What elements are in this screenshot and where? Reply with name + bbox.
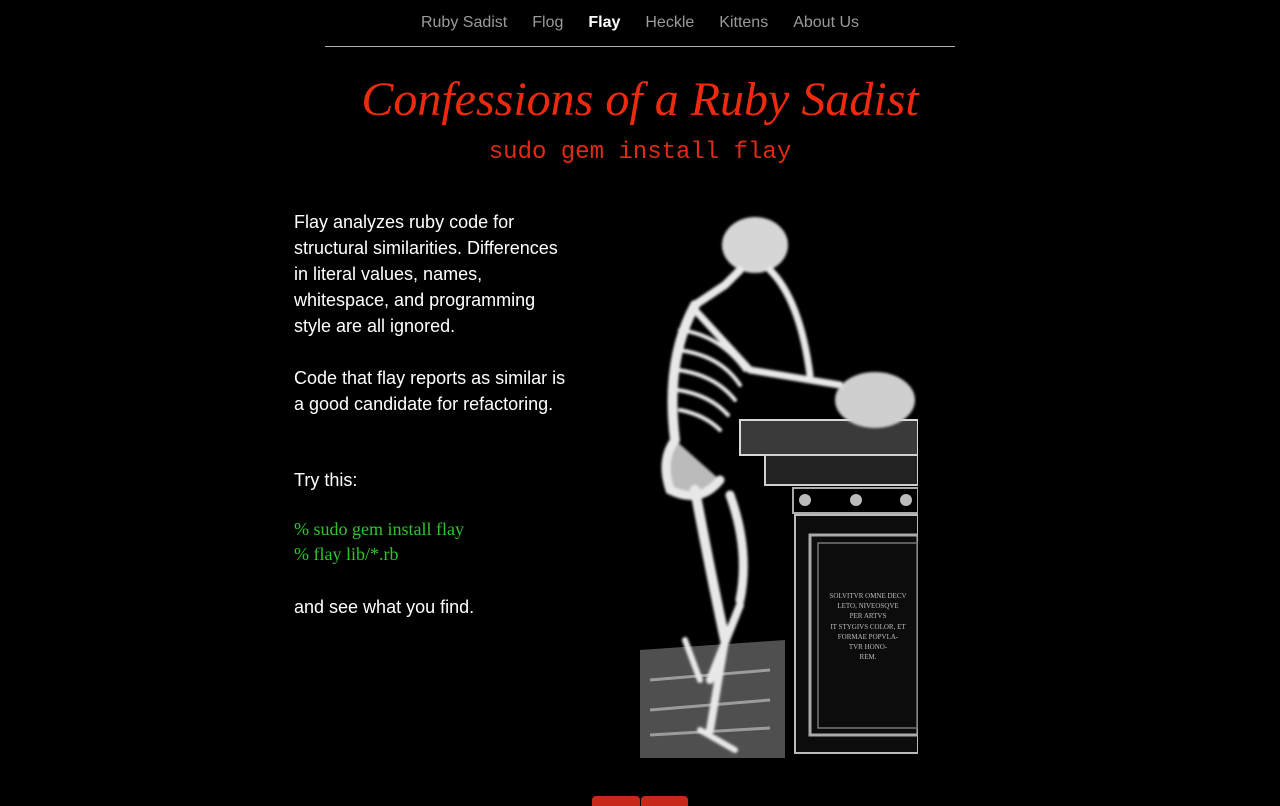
footer-badge[interactable]: [592, 796, 688, 806]
nav-about-us[interactable]: About Us: [781, 0, 872, 46]
skeleton-illustration: SOLVITVR OMNE DECV LETO, NIVEOSQVE PER A…: [640, 217, 918, 758]
try-label: Try this:: [294, 470, 358, 490]
site-title: Confessions of a Ruby Sadist: [361, 73, 919, 126]
svg-text:SOLVITVR OMNE DECV: SOLVITVR OMNE DECV: [829, 592, 906, 600]
description-paragraph: Flay analyzes ruby code for structural s…: [294, 212, 558, 336]
description: Flay analyzes ruby code for structural s…: [294, 209, 566, 417]
command-examples: % sudo gem install flay % flay lib/*.rb: [294, 517, 464, 567]
install-command-subtitle: sudo gem install flay: [488, 139, 792, 166]
closing-text: and see what you find.: [294, 597, 475, 617]
nav-flog[interactable]: Flog: [520, 0, 576, 46]
svg-text:TVR HONO-: TVR HONO-: [849, 643, 888, 651]
svg-text:REM.: REM.: [860, 653, 877, 661]
svg-text:PER ARTVS: PER ARTVS: [850, 612, 887, 620]
skull-on-pedestal: [835, 372, 915, 428]
nav-flay[interactable]: Flay: [576, 0, 633, 46]
top-nav: Ruby Sadist Flog Flay Heckle Kittens Abo…: [325, 0, 955, 47]
nav-kittens[interactable]: Kittens: [707, 0, 781, 46]
refactoring-paragraph: Code that flay reports as similar is a g…: [294, 368, 566, 414]
svg-text:LETO, NIVEOSQVE: LETO, NIVEOSQVE: [837, 602, 898, 610]
nav-heckle[interactable]: Heckle: [633, 0, 707, 46]
command-line: % flay lib/*.rb: [294, 544, 399, 564]
svg-text:FORMAE POPVLA-: FORMAE POPVLA-: [838, 633, 899, 641]
svg-text:IT STYGIVS COLOR, ET: IT STYGIVS COLOR, ET: [830, 623, 906, 631]
nav-ruby-sadist[interactable]: Ruby Sadist: [408, 0, 519, 46]
footer-badge-right[interactable]: [640, 796, 688, 806]
command-line: % sudo gem install flay: [294, 519, 464, 539]
footer-badge-left[interactable]: [592, 796, 640, 806]
